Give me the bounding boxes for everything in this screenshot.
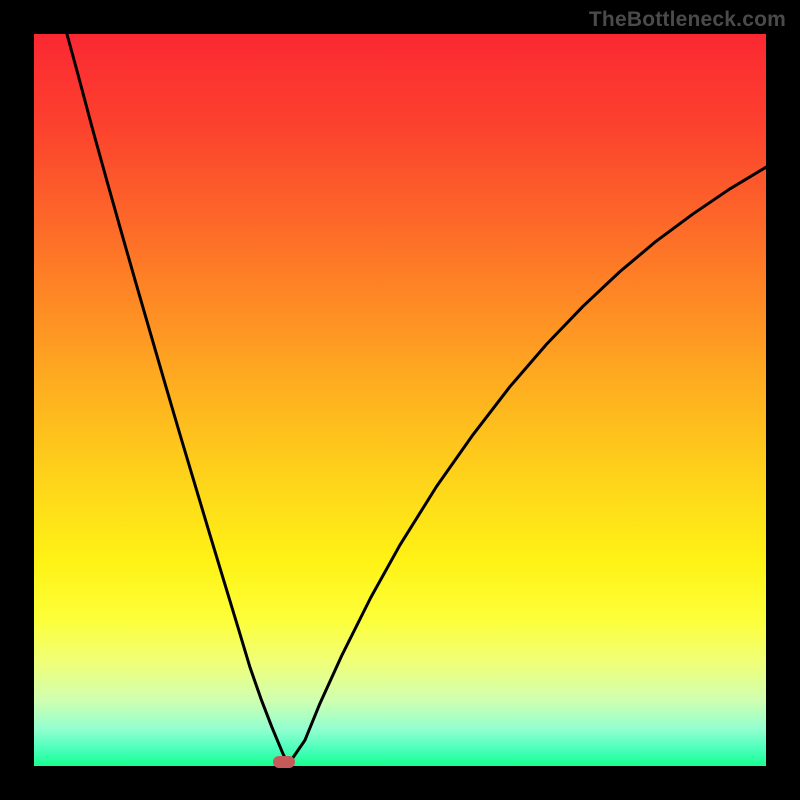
bottleneck-curve [67,34,766,762]
watermark-text: TheBottleneck.com [589,8,786,32]
chart-frame: TheBottleneck.com [0,0,800,800]
plot-area [34,34,766,766]
optimal-marker [273,756,295,768]
curve-svg [34,34,766,766]
